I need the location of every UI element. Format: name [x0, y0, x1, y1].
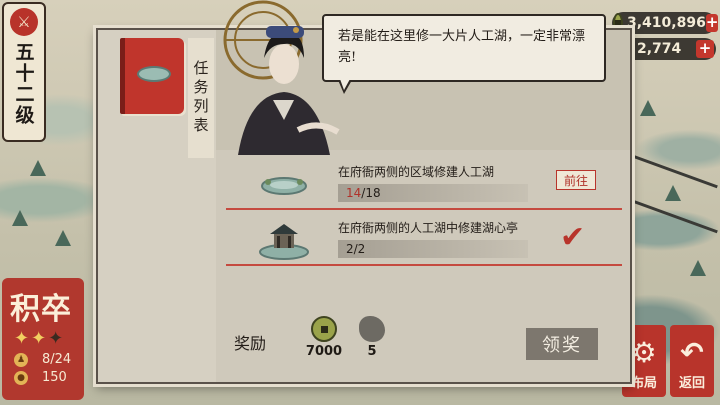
tree-decoration [12, 210, 28, 226]
tree-decoration [30, 160, 46, 176]
army-stars: ✦✦✦ [2, 328, 84, 349]
grain-count: 150 [42, 370, 67, 385]
army-soldier-row: ♟ 8/24 [2, 352, 84, 367]
dialog-sidebar: 任务列表 [98, 30, 216, 382]
task-content: 在府衙两侧的区域修建人工湖 14/18 前往 在府衙两侧的人工湖中修建湖心亭 2… [216, 150, 630, 382]
task-progress: 14/18 [346, 186, 381, 200]
back-button[interactable]: ↶ 返回 [670, 325, 714, 397]
back-label: 返回 [678, 376, 705, 391]
task-row: 在府衙两侧的人工湖中修建湖心亭 2/2 ✔ [226, 212, 622, 266]
task-book-icon [120, 38, 184, 114]
reward-amount: 7000 [305, 344, 343, 359]
star-empty-icon: ✦ [48, 328, 66, 349]
army-title: 积卒 [10, 292, 72, 327]
task-description: 在府衙两侧的区域修建人工湖 [338, 165, 495, 179]
city-wall [632, 154, 718, 189]
soldier-icon: ♟ [14, 352, 28, 367]
reward-item: 7000 [304, 316, 344, 359]
task-progress-bar [338, 240, 528, 258]
grain-icon: ● [14, 370, 28, 385]
reward-item: 5 [352, 316, 392, 359]
tab-task-list[interactable]: 任务列表 [188, 38, 214, 158]
sword-emblem-icon: ⚔ [10, 8, 38, 36]
add-jade-button[interactable]: + [696, 40, 714, 58]
lake-thumbnail [261, 177, 307, 195]
goto-button[interactable]: 前往 [556, 170, 596, 190]
tree-decoration [665, 185, 681, 201]
layout-icon: ⚙ [631, 336, 657, 369]
speech-bubble-tail-inner [340, 79, 350, 90]
level-badge[interactable]: ⚔ 五十二级 [2, 2, 46, 142]
speech-bubble: 若是能在这里修一大片人工湖，一定非常漂亮! [322, 14, 606, 82]
add-copper-button[interactable]: + [705, 14, 719, 32]
task-row: 在府衙两侧的区域修建人工湖 14/18 前往 [226, 156, 622, 210]
tree-decoration [55, 230, 71, 246]
ore-stone-icon [359, 316, 385, 342]
city-wall [632, 199, 718, 234]
level-text: 五十二级 [12, 42, 35, 126]
reward-amount: 5 [367, 344, 377, 359]
reward-label: 奖励 [234, 334, 267, 353]
layout-label: 布局 [630, 376, 657, 391]
copper-coin-icon [311, 316, 337, 342]
jade-value: 2,774 [637, 41, 682, 57]
checkmark-icon: ✔ [560, 220, 586, 255]
return-arrow-icon: ↶ [680, 336, 704, 369]
star-filled-icon: ✦✦ [14, 328, 49, 349]
army-panel[interactable]: 积卒 ✦✦✦ ♟ 8/24 ● 150 [2, 278, 84, 400]
army-grain-row: ● 150 [2, 370, 84, 385]
tree-decoration [690, 260, 706, 276]
task-progress: 2/2 [346, 242, 366, 256]
pavilion-thumbnail [259, 224, 309, 260]
soldier-count: 8/24 [42, 352, 72, 367]
task-description: 在府衙两侧的人工湖中修建湖心亭 [338, 221, 519, 235]
tree-decoration [640, 100, 656, 116]
copper-coin-value: 3,410,896 [627, 15, 706, 31]
claim-reward-button[interactable]: 领奖 [526, 328, 598, 360]
